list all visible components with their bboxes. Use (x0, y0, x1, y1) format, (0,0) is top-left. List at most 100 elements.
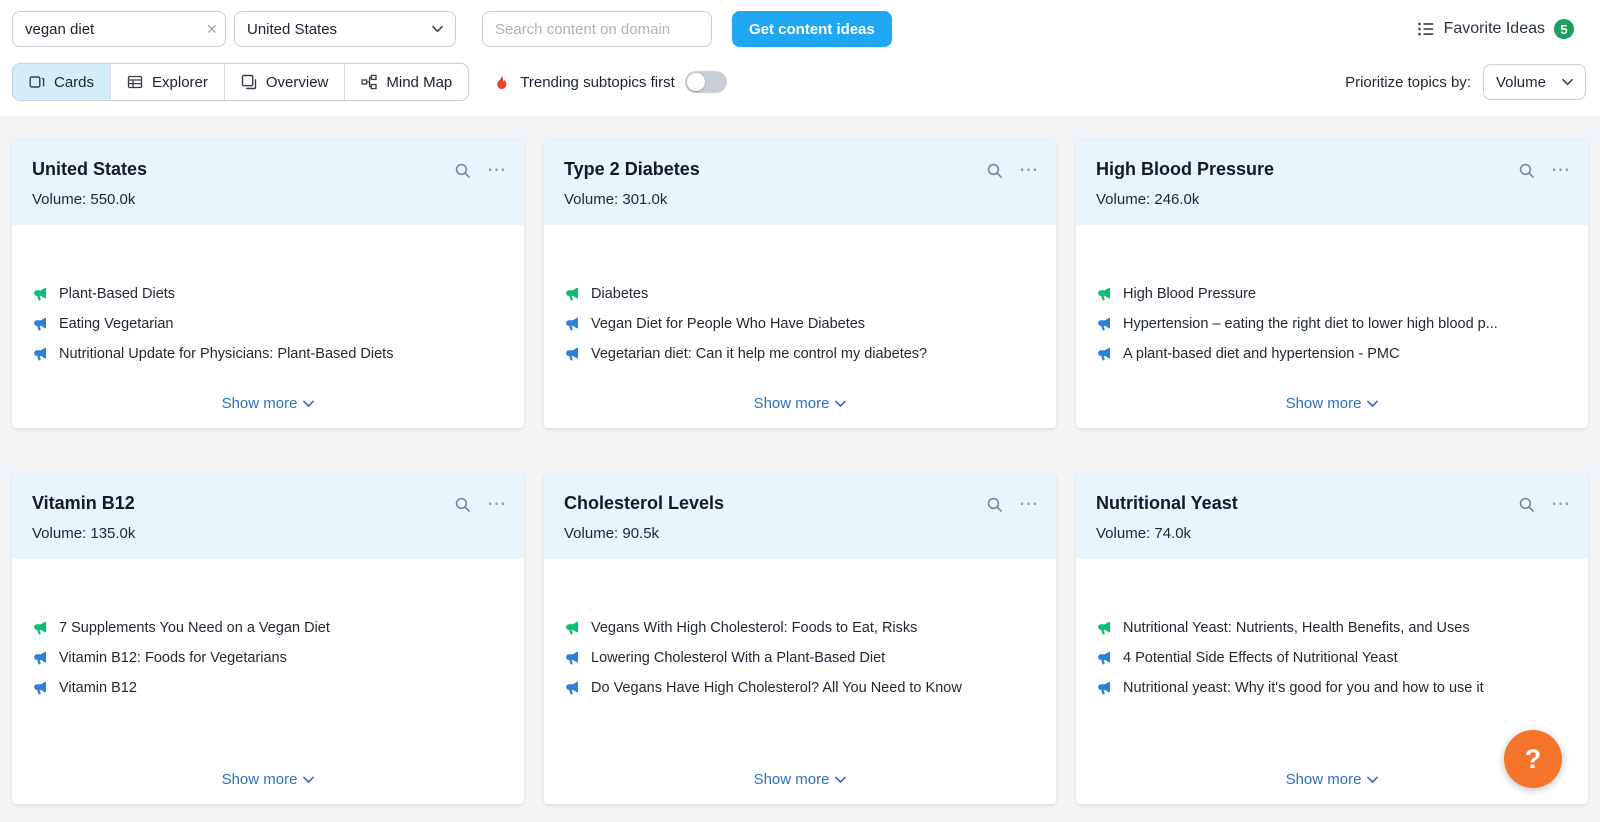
show-more-link[interactable]: Show more (1286, 385, 1379, 412)
prioritize-control: Prioritize topics by: Volume (1345, 64, 1588, 100)
more-options-icon[interactable]: ⋯ (1019, 495, 1038, 514)
topic-item[interactable]: Hypertension – eating the right diet to … (1096, 309, 1568, 339)
topic-item[interactable]: Eating Vegetarian (32, 309, 504, 339)
topic-item-label: Vegetarian diet: Can it help me control … (591, 346, 928, 362)
mind-map-icon (361, 74, 378, 90)
topic-item-label: Vitamin B12 (59, 680, 137, 696)
topic-card-header: High Blood Pressure Volume: 246.0k ⋯ (1076, 140, 1588, 225)
topic-card-title: High Blood Pressure (1096, 159, 1275, 179)
topic-item[interactable]: High Blood Pressure (1096, 279, 1568, 309)
favorite-ideas-label: Favorite Ideas (1443, 20, 1545, 37)
topic-card-title: United States (32, 159, 148, 179)
topic-card-volume: Volume: 90.5k (564, 525, 660, 542)
search-icon[interactable] (985, 495, 1003, 513)
topic-card-title: Cholesterol Levels (564, 493, 725, 513)
chevron-down-icon (303, 776, 315, 783)
chevron-down-icon (835, 400, 847, 407)
topic-item-label: Diabetes (591, 286, 649, 302)
topic-item[interactable]: Do Vegans Have High Cholesterol? All You… (564, 673, 1036, 703)
show-more-link[interactable]: Show more (754, 385, 847, 412)
keyword-search-box: × (12, 11, 226, 47)
trending-subtopics-label: Trending subtopics first (520, 73, 675, 91)
favorite-ideas-button[interactable]: Favorite Ideas 5 (1417, 19, 1588, 39)
favorites-count-badge: 5 (1554, 19, 1574, 39)
more-options-icon[interactable]: ⋯ (487, 495, 506, 514)
more-options-icon[interactable]: ⋯ (1019, 161, 1038, 180)
topic-item[interactable]: Nutritional yeast: Why it's good for you… (1096, 673, 1568, 703)
topic-item[interactable]: 4 Potential Side Effects of Nutritional … (1096, 643, 1568, 673)
chevron-down-icon (432, 25, 443, 33)
flame-icon (497, 74, 507, 89)
search-icon[interactable] (1517, 161, 1535, 179)
prioritize-label: Prioritize topics by: (1345, 73, 1471, 91)
search-icon[interactable] (985, 161, 1003, 179)
tab-explorer[interactable]: Explorer (110, 64, 224, 100)
topic-item-label: Lowering Cholesterol With a Plant-Based … (591, 650, 886, 666)
topic-item[interactable]: Vegan Diet for People Who Have Diabetes (564, 309, 1036, 339)
more-options-icon[interactable]: ⋯ (487, 161, 506, 180)
megaphone-icon (32, 620, 48, 636)
topic-item-label: Nutritional yeast: Why it's good for you… (1123, 680, 1484, 696)
topic-item[interactable]: Vegetarian diet: Can it help me control … (564, 339, 1036, 369)
search-icon[interactable] (1517, 495, 1535, 513)
topic-card-volume: Volume: 135.0k (32, 525, 136, 542)
prioritize-select[interactable]: Volume (1482, 64, 1586, 100)
search-icon[interactable] (453, 161, 471, 179)
more-options-icon[interactable]: ⋯ (1551, 495, 1570, 514)
megaphone-icon (564, 346, 580, 362)
topic-item[interactable]: Vegans With High Cholesterol: Foods to E… (564, 613, 1036, 643)
megaphone-icon (564, 650, 580, 666)
topic-item[interactable]: Diabetes (564, 279, 1036, 309)
topic-item[interactable]: Vitamin B12: Foods for Vegetarians (32, 643, 504, 673)
show-more-link[interactable]: Show more (222, 385, 315, 412)
prioritize-select-value: Volume (1495, 73, 1546, 91)
tab-cards[interactable]: Cards (13, 64, 111, 100)
topic-item[interactable]: Nutritional Yeast: Nutrients, Health Ben… (1096, 613, 1568, 643)
megaphone-icon (564, 316, 580, 332)
chevron-down-icon (1367, 400, 1379, 407)
topic-card-body: Plant-Based Diets Eating Vegetarian Nutrit… (12, 225, 524, 428)
chevron-down-icon (835, 776, 847, 783)
overview-icon (241, 74, 257, 90)
topic-card: Type 2 Diabetes Volume: 301.0k ⋯ Diabete… (544, 140, 1056, 428)
view-tab-group: Cards Explorer Overview Mind Map (12, 63, 470, 101)
topic-card-title: Nutritional Yeast (1096, 493, 1238, 513)
topic-item-label: 7 Supplements You Need on a Vegan Diet (59, 620, 330, 636)
cards-icon (29, 76, 45, 88)
topic-card-body: High Blood Pressure Hypertension – eating… (1076, 225, 1588, 428)
tab-mind-map-label: Mind Map (386, 73, 453, 91)
card-actions: ⋯ (1517, 495, 1570, 514)
get-content-ideas-button[interactable]: Get content ideas (732, 11, 892, 47)
show-more-link[interactable]: Show more (754, 761, 847, 788)
more-options-icon[interactable]: ⋯ (1551, 161, 1570, 180)
show-more-link[interactable]: Show more (222, 761, 315, 788)
topic-item[interactable]: Vitamin B12 (32, 673, 504, 703)
topic-card: High Blood Pressure Volume: 246.0k ⋯ Hig… (1076, 140, 1588, 428)
country-select[interactable]: United States (234, 11, 456, 47)
topic-item-label: 4 Potential Side Effects of Nutritional … (1123, 650, 1398, 666)
card-actions: ⋯ (1517, 161, 1570, 180)
topic-card: United States Volume: 550.0k ⋯ Plant-Bas… (12, 140, 524, 428)
tab-mind-map[interactable]: Mind Map (344, 64, 468, 100)
topic-item[interactable]: Nutritional Update for Physicians: Plant… (32, 339, 504, 369)
clear-icon[interactable]: × (206, 18, 217, 40)
domain-input[interactable] (482, 11, 712, 47)
keyword-input[interactable] (12, 11, 226, 47)
help-button[interactable]: ? (1504, 730, 1562, 788)
megaphone-icon (1096, 346, 1112, 362)
megaphone-icon (1096, 650, 1112, 666)
topic-item[interactable]: Lowering Cholesterol With a Plant-Based … (564, 643, 1036, 673)
topic-card-header: United States Volume: 550.0k ⋯ (12, 140, 524, 225)
topic-item[interactable]: A plant-based diet and hypertension - PM… (1096, 339, 1568, 369)
megaphone-icon (1096, 620, 1112, 636)
topic-item[interactable]: Plant-Based Diets (32, 279, 504, 309)
search-icon[interactable] (453, 495, 471, 513)
tab-overview[interactable]: Overview (223, 64, 345, 100)
show-more-label: Show more (753, 771, 830, 788)
topic-card-volume: Volume: 301.0k (564, 191, 668, 208)
trending-toggle[interactable] (684, 71, 727, 93)
megaphone-icon (564, 680, 580, 696)
topic-item-label: Do Vegans Have High Cholesterol? All You… (591, 680, 962, 696)
topic-item[interactable]: 7 Supplements You Need on a Vegan Diet (32, 613, 504, 643)
show-more-link[interactable]: Show more (1286, 761, 1379, 788)
